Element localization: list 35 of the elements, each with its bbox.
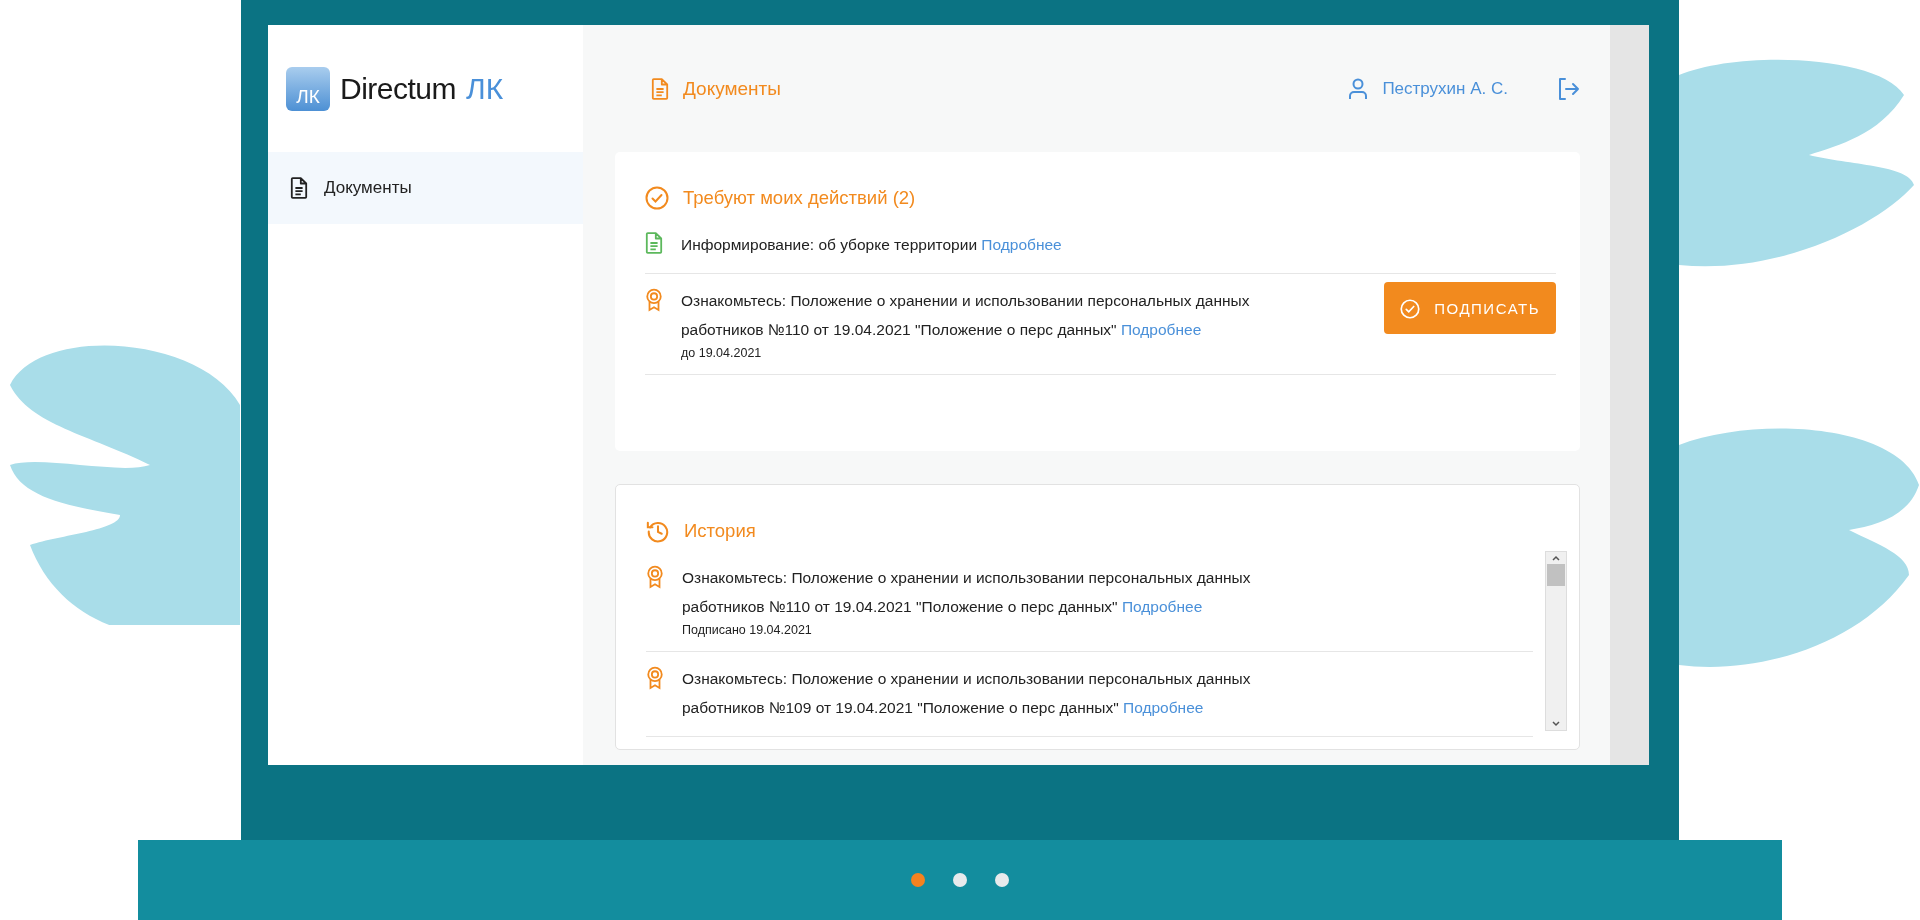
document-icon — [651, 77, 669, 100]
logo-icon: ЛК — [286, 66, 330, 111]
document-text: Ознакомьтесь: Положение о хранении и использовании персональных данных работников №109 от 19.04.2021 "Положение о перс данных" Подробнее — [682, 669, 1252, 718]
details-link[interactable]: Подробнее — [1123, 699, 1204, 716]
logo-suffix: ЛК — [466, 71, 504, 106]
carousel-dot[interactable] — [953, 873, 967, 887]
details-link[interactable]: Подробнее — [1121, 598, 1203, 615]
details-link[interactable]: Подробнее — [981, 236, 1062, 253]
carousel-dot[interactable] — [995, 873, 1009, 887]
carousel-dot[interactable] — [911, 873, 925, 887]
section-title: История — [684, 520, 756, 542]
check-circle-icon — [645, 186, 669, 210]
document-icon — [290, 177, 308, 199]
user-name[interactable]: Пеструхин А. С. — [1382, 78, 1508, 99]
document-icon — [645, 232, 663, 254]
history-icon — [646, 519, 670, 543]
scrollbar[interactable] — [1545, 551, 1567, 731]
logout-icon[interactable] — [1556, 76, 1580, 101]
scroll-thumb[interactable] — [1547, 564, 1565, 586]
details-link[interactable]: Подробнее — [1120, 321, 1202, 338]
award-icon — [645, 288, 663, 312]
user-icon — [1348, 77, 1369, 100]
award-icon — [646, 666, 664, 690]
document-text: Ознакомьтесь: Положение о хранении и использовании персональных данных работников №110 от 19.04.2021 "Положение о перс данных" Подробнее — [682, 568, 1252, 617]
due-date: до 19.04.2021 — [681, 346, 763, 360]
document-text: Информирование: об уборке территории Подробнее — [681, 235, 1063, 255]
page-title: Документы — [683, 77, 781, 100]
logo-name: Directum — [340, 71, 456, 106]
section-title: Требуют моих действий (2) — [683, 187, 916, 209]
award-icon — [646, 565, 664, 589]
signed-date: Подписано 19.04.2021 — [682, 623, 813, 637]
sign-button[interactable]: ПОДПИСАТЬ — [1384, 282, 1556, 334]
document-text: Ознакомьтесь: Положение о хранении и использовании персональных данных работников №110 от 19.04.2021 "Положение о перс данных" Подробнее — [681, 291, 1251, 340]
check-circle-icon — [1400, 299, 1421, 319]
sidebar-item[interactable]: Документы — [268, 152, 583, 224]
